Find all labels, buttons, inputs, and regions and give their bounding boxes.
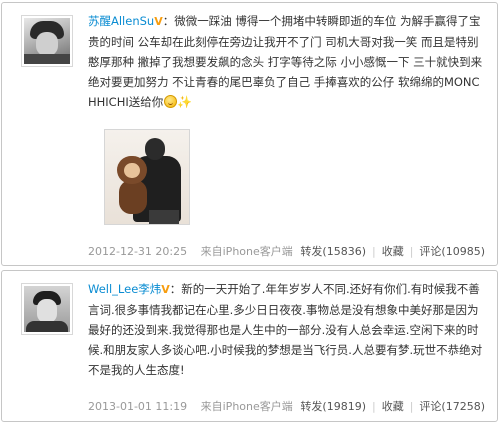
post-source[interactable]: 来自iPhone客户端: [201, 400, 293, 413]
avatar-image: [24, 286, 70, 332]
smile-emoticon-icon: [164, 95, 178, 108]
weibo-post: 苏醒AllenSuV：微微一踩油 博得一个拥堵中转瞬即逝的车位 为解手赢得了宝贵…: [1, 2, 498, 266]
username-link[interactable]: 苏醒AllenSu: [88, 14, 154, 28]
post-meta: 2013-01-01 11:19 来自iPhone客户端 转发(19819) | 收…: [88, 399, 485, 415]
post-text-block: 苏醒AllenSuV：微微一踩油 博得一个拥堵中转瞬即逝的车位 为解手赢得了宝贵…: [88, 14, 483, 109]
favorite-button[interactable]: 收藏: [382, 245, 404, 258]
post-meta: 2012-12-31 20:25 来自iPhone客户端 转发(15836) | 收…: [88, 244, 485, 260]
favorite-button[interactable]: 收藏: [382, 400, 404, 413]
verified-badge-icon: V: [154, 15, 163, 28]
repost-button[interactable]: 转发(19819): [300, 400, 366, 413]
post-text: 新的一天开始了.年年岁岁人不同.还好有你们.有时候我不善言词.很多事情我都记在心…: [88, 282, 483, 377]
comment-button[interactable]: 评论(10985): [419, 245, 485, 258]
comment-button[interactable]: 评论(17258): [419, 400, 485, 413]
repost-button[interactable]: 转发(15836): [300, 245, 366, 258]
post-text-block: Well_Lee李炜V：新的一天开始了.年年岁岁人不同.还好有你们.有时候我不善…: [88, 282, 483, 377]
post-time[interactable]: 2012-12-31 20:25: [88, 245, 187, 258]
post-image[interactable]: [104, 129, 190, 225]
avatar[interactable]: [21, 15, 73, 67]
verified-badge-icon: V: [161, 283, 170, 296]
post-text: 微微一踩油 博得一个拥堵中转瞬即逝的车位 为解手赢得了宝贵的时间 公车却在此刻停…: [88, 14, 483, 109]
post-time[interactable]: 2013-01-01 11:19: [88, 400, 187, 413]
avatar[interactable]: [21, 283, 73, 335]
username-link[interactable]: Well_Lee李炜: [88, 282, 161, 296]
post-content: 苏醒AllenSuV：微微一踩油 博得一个拥堵中转瞬即逝的车位 为解手赢得了宝贵…: [88, 11, 485, 112]
post-content: Well_Lee李炜V：新的一天开始了.年年岁岁人不同.还好有你们.有时候我不善…: [88, 279, 485, 380]
post-actions: 转发(15836) | 收藏 | 评论(10985): [300, 245, 485, 258]
sparkle-icon: ✨: [177, 95, 193, 109]
avatar-image: [24, 18, 70, 64]
post-source[interactable]: 来自iPhone客户端: [201, 245, 293, 258]
weibo-post: Well_Lee李炜V：新的一天开始了.年年岁岁人不同.还好有你们.有时候我不善…: [1, 270, 498, 422]
post-actions: 转发(19819) | 收藏 | 评论(17258): [300, 400, 485, 413]
